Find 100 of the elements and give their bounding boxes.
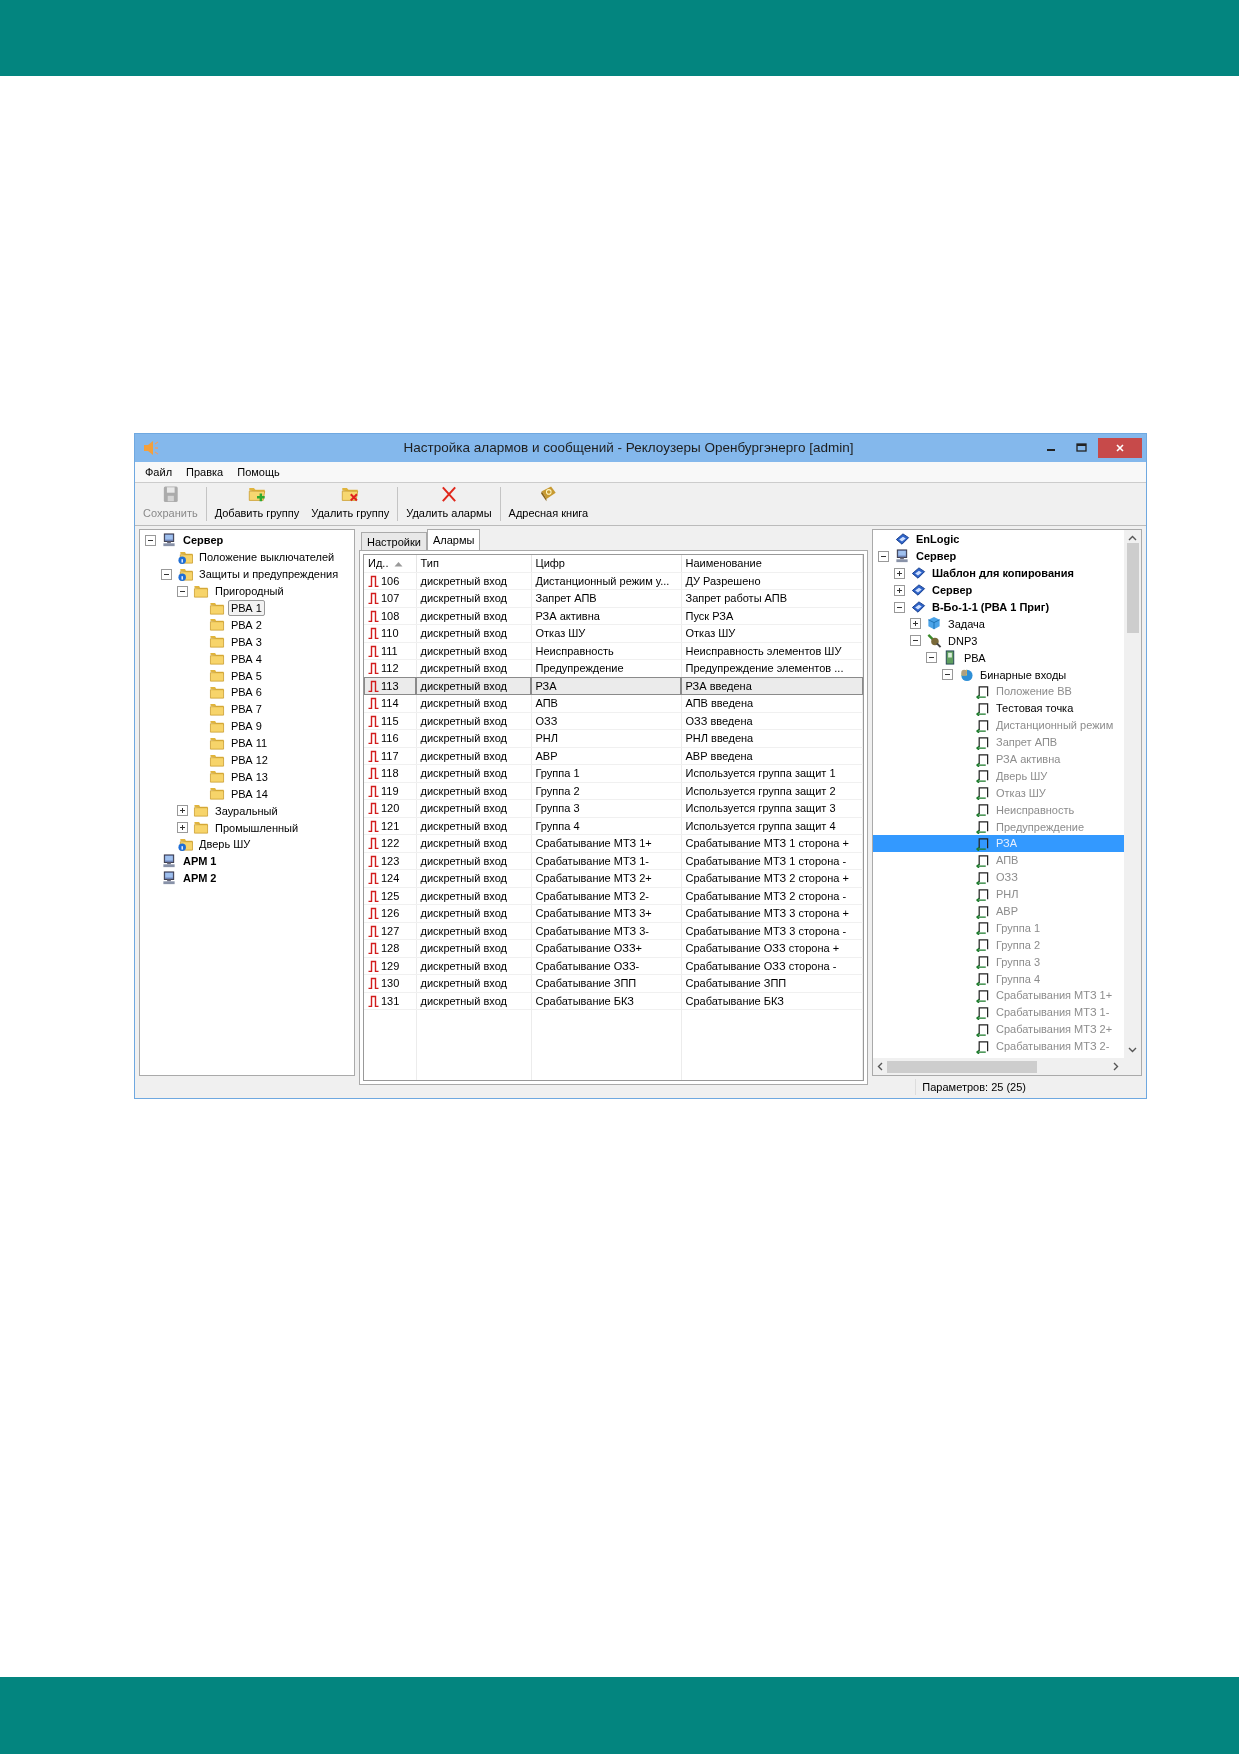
tree-item[interactable]: РВА 9 — [228, 718, 265, 735]
pulse-icon — [974, 1004, 990, 1020]
table-cell: дискретный вход — [416, 869, 531, 887]
tab[interactable]: Настройки — [361, 532, 427, 550]
scroll-right-icon[interactable] — [1113, 1062, 1119, 1071]
column-header[interactable]: Тип — [416, 555, 531, 572]
tree-item[interactable]: РВА 13 — [228, 768, 271, 785]
expand-icon[interactable] — [177, 822, 188, 834]
pulse-icon — [368, 609, 379, 622]
tree-item[interactable]: РВА 3 — [228, 633, 265, 650]
tree-item[interactable]: Сервер — [913, 548, 960, 565]
collapse-icon[interactable] — [177, 585, 188, 597]
close-icon — [1115, 443, 1125, 453]
menu-item[interactable]: Помощь — [235, 463, 282, 481]
collapse-icon[interactable] — [145, 534, 156, 546]
toolbar-button[interactable]: Удалить алармы — [400, 485, 498, 523]
tree-item[interactable]: Сервер — [929, 582, 976, 599]
column-header[interactable]: Наименование — [681, 555, 863, 572]
tree-item[interactable]: РВА 4 — [228, 650, 265, 667]
folder-info-icon — [177, 549, 193, 565]
collapse-icon[interactable] — [910, 635, 921, 647]
tree-item[interactable]: Защиты и предупреждения — [196, 566, 342, 583]
device-icon — [910, 565, 926, 581]
scroll-up-icon[interactable] — [1128, 535, 1137, 541]
tree-item[interactable]: EnLogic — [913, 531, 963, 548]
tree-item[interactable]: В-Бо-1-1 (РВА 1 Приг) — [929, 599, 1053, 615]
pulse-icon — [368, 644, 379, 657]
table-cell: дискретный вход — [416, 922, 531, 940]
menu-item[interactable]: Файл — [143, 463, 175, 481]
pulse-icon — [974, 802, 990, 818]
collapse-icon[interactable] — [942, 669, 953, 681]
computer-icon — [161, 532, 177, 548]
expand-icon[interactable] — [177, 805, 188, 817]
column-header[interactable]: Ид.. — [364, 555, 416, 572]
folder-info-icon — [177, 836, 193, 852]
tree-item[interactable]: Промышленный — [212, 819, 302, 836]
vertical-scrollbar[interactable] — [1124, 530, 1141, 1058]
tree-item[interactable]: Бинарные входы — [977, 666, 1070, 683]
tree-item[interactable]: РВА 11 — [228, 735, 271, 752]
tree-item[interactable]: РВА 12 — [228, 752, 271, 768]
tree-item[interactable]: Шаблон для копирования — [929, 565, 1077, 582]
tree-item[interactable]: DNP3 — [945, 632, 981, 649]
tree-item[interactable]: Пригородный — [212, 583, 287, 600]
menu-item[interactable]: Правка — [184, 463, 226, 481]
table-cell: 107 — [381, 592, 400, 604]
toolbar-button[interactable]: Добавить группу — [208, 485, 306, 523]
tree-item[interactable]: РВА 5 — [228, 667, 265, 684]
expand-icon[interactable] — [894, 584, 905, 596]
connector-icon — [926, 633, 942, 649]
pulse-icon — [974, 869, 990, 885]
tree-item[interactable]: РВА 1 — [228, 600, 265, 616]
sphere-icon — [958, 667, 974, 683]
expand-icon[interactable] — [910, 618, 921, 630]
tree-item[interactable]: РВА 2 — [228, 616, 265, 633]
table-cell: 130 — [381, 977, 400, 989]
tree-item[interactable]: РВА 6 — [228, 684, 265, 701]
pulse-icon — [974, 785, 990, 801]
tree-item[interactable]: АРМ 1 — [180, 853, 220, 870]
scroll-thumb[interactable] — [1126, 543, 1139, 633]
scroll-down-icon[interactable] — [1128, 1047, 1137, 1053]
folder-icon — [209, 735, 225, 751]
tree-item[interactable]: АРМ 2 — [180, 870, 220, 887]
table-cell: дискретный вход — [416, 589, 531, 607]
tree-item[interactable]: Тестовая точка — [993, 700, 1077, 717]
folder-icon — [193, 820, 209, 836]
collapse-icon[interactable] — [878, 550, 889, 562]
table-cell: Срабатывание ЗПП — [681, 974, 863, 992]
collapse-icon[interactable] — [894, 601, 905, 613]
table-cell: Неисправность элементов ШУ — [681, 642, 863, 660]
horizontal-scrollbar[interactable] — [873, 1058, 1141, 1075]
tree-item[interactable]: Сервер — [180, 532, 227, 549]
table-cell: Срабатывание МТЗ 2- — [531, 887, 681, 905]
scroll-thumb[interactable] — [887, 1060, 1037, 1073]
tree-item[interactable]: РВА 14 — [228, 785, 271, 802]
tree-item[interactable]: Положение выключателей — [196, 549, 338, 566]
table-cell: 131 — [381, 994, 400, 1007]
selected-row[interactable]: 113 дискретный вход РЗА РЗА введена — [364, 677, 863, 695]
expand-icon[interactable] — [894, 567, 905, 579]
column-header[interactable]: Цифр — [531, 555, 681, 572]
toolbar-button[interactable]: Адресная книга — [502, 485, 595, 523]
tree-item[interactable]: РВА — [961, 649, 989, 666]
table-cell: 106 — [381, 574, 400, 587]
tree-item[interactable]: РВА 7 — [228, 701, 265, 718]
toolbar-button[interactable]: Удалить группу — [305, 485, 396, 523]
tree-item[interactable]: Дверь ШУ — [196, 836, 254, 853]
pulse-icon — [368, 574, 379, 587]
tab[interactable]: Алармы — [426, 529, 481, 550]
table-cell: РНЛ — [531, 729, 681, 747]
tree-item[interactable]: Задача — [945, 615, 988, 632]
collapse-icon[interactable] — [926, 652, 937, 664]
pulse-icon — [368, 592, 379, 604]
table-cell: РЗА — [531, 677, 681, 695]
table-cell: 123 — [381, 854, 400, 867]
pulse-icon — [974, 835, 990, 851]
scroll-left-icon[interactable] — [877, 1062, 883, 1071]
pulse-icon — [974, 717, 990, 733]
table-cell: Срабатывание МТЗ 3+ — [531, 904, 681, 922]
collapse-icon[interactable] — [161, 568, 172, 580]
pulse-icon — [368, 627, 379, 639]
tree-item[interactable]: Зауральный — [212, 802, 281, 819]
